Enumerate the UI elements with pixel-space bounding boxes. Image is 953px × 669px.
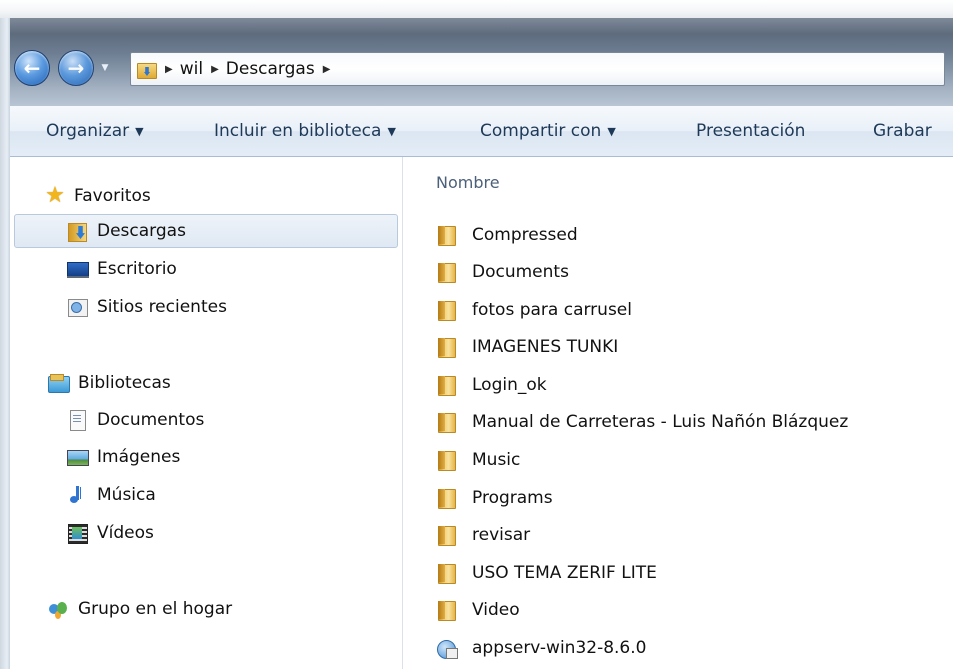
nav-item-sitios-recientes[interactable]: Sitios recientes <box>67 290 227 324</box>
recent-pages-dropdown[interactable]: ▼ <box>99 62 111 74</box>
nav-item-escritorio[interactable]: Escritorio <box>67 252 177 286</box>
window-top-edge <box>0 0 953 18</box>
nav-item-label: Sitios recientes <box>97 297 227 317</box>
list-item[interactable]: Video <box>436 595 520 625</box>
burn-button[interactable]: Grabar <box>873 106 932 156</box>
file-name: Login_ok <box>472 375 547 395</box>
breadcrumb-item[interactable]: Descargas <box>226 59 315 79</box>
nav-libraries-label: Bibliotecas <box>78 373 171 393</box>
file-name: IMAGENES TUNKI <box>472 337 619 357</box>
folder-icon <box>436 450 458 471</box>
folder-icon <box>436 375 458 396</box>
file-list: Nombre Compressed Documents fotos para c… <box>403 157 953 669</box>
burn-label: Grabar <box>873 121 932 141</box>
breadcrumb-separator-icon[interactable]: ▶ <box>323 64 331 75</box>
folder-icon <box>436 525 458 546</box>
music-icon <box>67 485 89 505</box>
file-name: USO TEMA ZERIF LITE <box>472 563 657 583</box>
nav-favorites-label: Favoritos <box>74 186 151 206</box>
breadcrumb-separator-icon[interactable]: ▶ <box>165 64 173 75</box>
file-name: Programs <box>472 488 553 508</box>
list-item[interactable]: Documents <box>436 257 569 287</box>
breadcrumb-separator-icon[interactable]: ▶ <box>211 64 219 75</box>
share-with-menu[interactable]: Compartir con ▼ <box>480 106 616 156</box>
folder-icon <box>436 412 458 433</box>
list-item[interactable]: Music <box>436 445 520 475</box>
file-name: Documents <box>472 262 569 282</box>
list-item[interactable]: Programs <box>436 483 553 513</box>
installer-icon <box>436 638 458 659</box>
file-name: Music <box>472 450 521 470</box>
slideshow-label: Presentación <box>696 121 806 141</box>
nav-item-imagenes[interactable]: Imágenes <box>67 440 180 474</box>
folder-icon <box>436 337 458 358</box>
folder-icon <box>436 563 458 584</box>
nav-item-label: Imágenes <box>97 447 181 467</box>
nav-item-label: Escritorio <box>97 259 177 279</box>
file-name: appserv-win32-8.6.0 <box>472 638 647 658</box>
folder-icon <box>436 488 458 509</box>
nav-item-documentos[interactable]: Documentos <box>67 403 204 437</box>
desktop-icon <box>67 259 89 279</box>
arrow-left-icon: ← <box>23 56 41 80</box>
window-left-border <box>0 18 10 669</box>
slideshow-button[interactable]: Presentación <box>696 106 805 156</box>
list-item[interactable]: appserv-win32-8.6.0 <box>436 633 646 663</box>
file-name: fotos para carrusel <box>472 300 632 320</box>
libraries-icon <box>48 373 70 393</box>
nav-homegroup[interactable]: Grupo en el hogar <box>48 592 232 626</box>
file-name: Compressed <box>472 225 578 245</box>
list-item[interactable]: IMAGENES TUNKI <box>436 332 618 362</box>
documents-icon <box>67 410 89 431</box>
chevron-down-icon: ▼ <box>387 125 396 138</box>
include-library-menu[interactable]: Incluir en biblioteca ▼ <box>214 106 396 156</box>
nav-favorites[interactable]: ★ Favoritos <box>44 179 151 213</box>
address-bar[interactable]: ▶ wil ▶ Descargas ▶ <box>130 52 945 86</box>
downloads-folder-icon <box>137 61 157 79</box>
nav-item-musica[interactable]: Música <box>67 478 156 512</box>
downloads-folder-icon <box>67 221 89 242</box>
back-button[interactable]: ← <box>14 50 50 86</box>
list-item[interactable]: Manual de Carreteras - Luis Nañón Blázqu… <box>436 407 848 437</box>
nav-item-label: Música <box>97 485 156 505</box>
folder-icon <box>436 600 458 621</box>
nav-libraries[interactable]: Bibliotecas <box>48 366 171 400</box>
chevron-down-icon: ▼ <box>135 125 144 138</box>
list-item[interactable]: USO TEMA ZERIF LITE <box>436 558 657 588</box>
homegroup-icon <box>48 599 70 619</box>
nav-item-label: Documentos <box>97 410 205 430</box>
navigation-pane: ★ Favoritos Descargas Escritorio Sitios … <box>10 157 403 669</box>
command-bar: Organizar ▼ Incluir en biblioteca ▼ Compar… <box>10 106 953 157</box>
folder-icon <box>436 225 458 246</box>
arrow-right-icon: → <box>67 56 85 80</box>
list-item[interactable]: fotos para carrusel <box>436 295 632 325</box>
file-name: Video <box>472 600 520 620</box>
organize-label: Organizar <box>46 121 130 141</box>
column-header-name[interactable]: Nombre <box>436 173 500 192</box>
star-icon: ★ <box>45 183 65 208</box>
nav-homegroup-label: Grupo en el hogar <box>78 599 233 619</box>
explorer-window: ← → ▼ ▶ wil ▶ Descargas ▶ Organizar ▼ Inc… <box>0 0 953 669</box>
file-name: revisar <box>472 525 531 545</box>
breadcrumb-item[interactable]: wil <box>180 59 203 79</box>
chevron-down-icon: ▼ <box>607 125 616 138</box>
list-item[interactable]: revisar <box>436 520 530 550</box>
include-library-label: Incluir en biblioteca <box>214 121 382 141</box>
folder-icon <box>436 262 458 283</box>
organize-menu[interactable]: Organizar ▼ <box>46 106 144 156</box>
share-with-label: Compartir con <box>480 121 602 141</box>
folder-icon <box>436 300 458 321</box>
videos-icon <box>67 523 89 544</box>
forward-button[interactable]: → <box>58 50 94 86</box>
pictures-icon <box>67 447 89 467</box>
list-item[interactable]: Login_ok <box>436 370 547 400</box>
recent-places-icon <box>67 297 89 317</box>
nav-item-label: Vídeos <box>97 523 154 543</box>
nav-item-label: Descargas <box>97 221 186 241</box>
list-item[interactable]: Compressed <box>436 220 578 250</box>
nav-item-descargas[interactable]: Descargas <box>14 214 398 248</box>
file-name: Manual de Carreteras - Luis Nañón Blázqu… <box>472 412 849 432</box>
nav-item-videos[interactable]: Vídeos <box>67 516 154 550</box>
